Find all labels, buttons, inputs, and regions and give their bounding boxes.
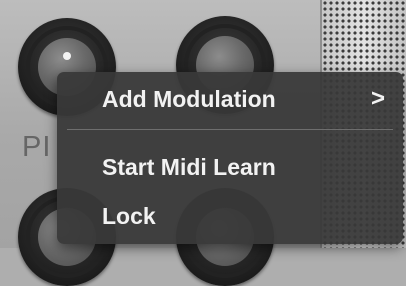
menu-item-add-modulation[interactable]: Add Modulation > <box>57 82 403 116</box>
menu-item-start-midi-learn[interactable]: Start Midi Learn <box>57 150 403 184</box>
menu-item-lock[interactable]: Lock <box>57 199 403 233</box>
knob-indicator-dot <box>63 52 71 60</box>
menu-item-label: Start Midi Learn <box>102 153 276 180</box>
menu-separator <box>67 129 393 130</box>
knob-label: PI <box>22 131 52 163</box>
context-menu: Add Modulation > Start Midi Learn Lock <box>57 72 403 244</box>
menu-item-label: Add Modulation <box>102 85 276 112</box>
menu-item-label: Lock <box>102 202 156 229</box>
chevron-right-icon: > <box>370 85 385 112</box>
